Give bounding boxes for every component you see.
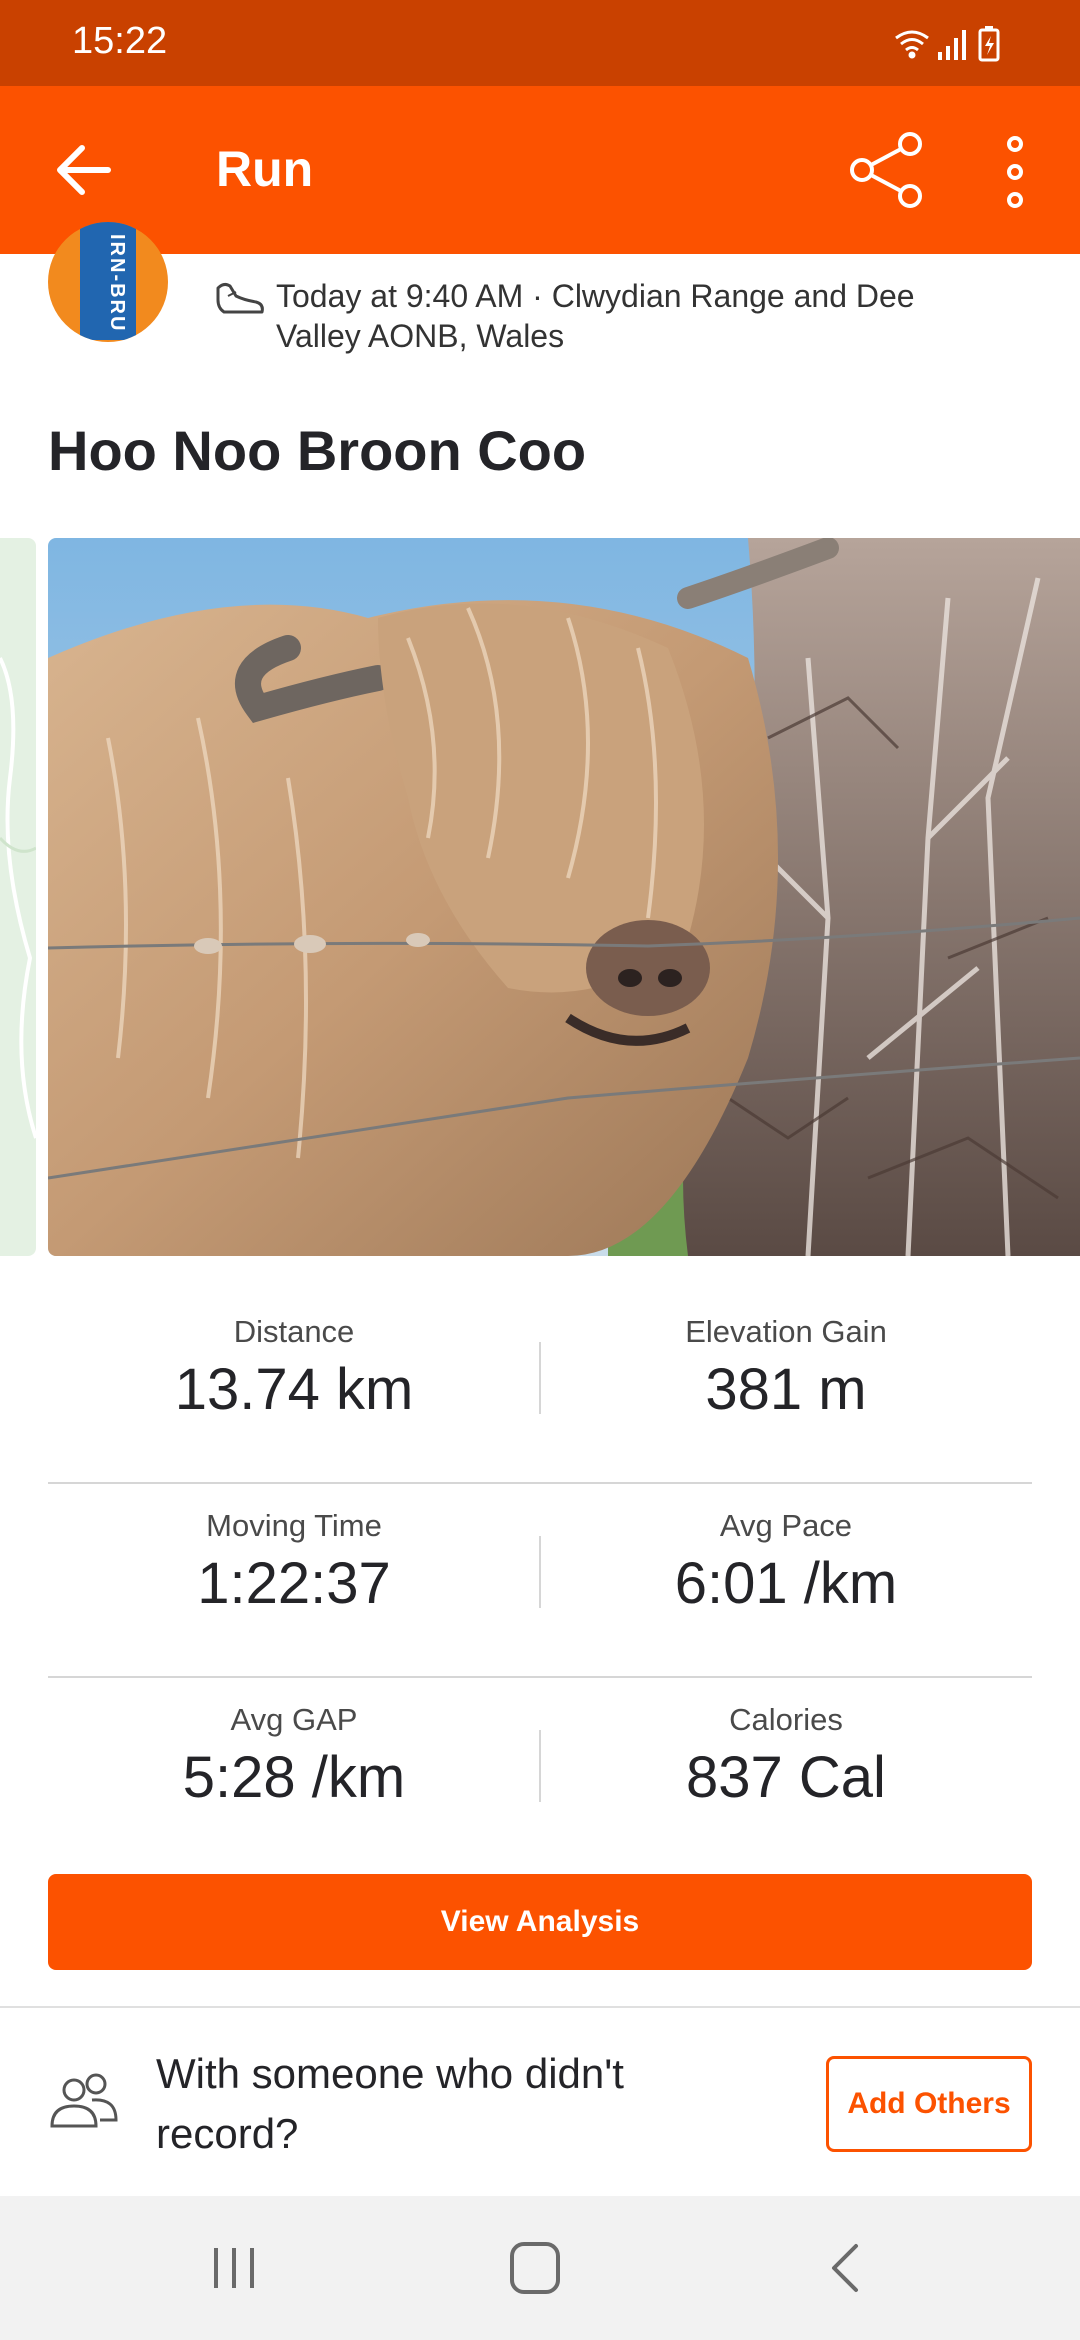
stat-label: Elevation Gain [685,1314,887,1349]
page-title: Run [216,141,314,197]
stat-calories: Calories 837 Cal [540,1678,1032,1872]
stat-label: Avg Pace [719,1508,853,1543]
share-icon[interactable] [846,128,930,212]
stat-value: 13.74 km [174,1357,414,1422]
more-vert-icon[interactable] [990,132,1040,212]
status-bar: 15:22 [0,0,1080,86]
activity-title: Hoo Noo Broon Coo [48,419,587,482]
nav-home-icon[interactable] [506,2240,566,2296]
back-arrow-icon[interactable] [48,134,120,206]
signal-icon [938,30,966,60]
activity-meta: Today at 9:40 AM · Clwydian Range and De… [276,278,915,354]
stat-label: Calories [729,1702,843,1737]
stat-distance: Distance 13.74 km [48,1290,540,1484]
stat-value: 5:28 /km [182,1745,406,1810]
people-icon [50,2073,118,2128]
stat-row: Avg GAP 5:28 /km Calories 837 Cal [48,1678,1032,1872]
wifi-icon [895,30,929,59]
nav-back-icon[interactable] [816,2240,876,2296]
stat-elevation-gain: Elevation Gain 381 m [540,1290,1032,1484]
activity-photo[interactable] [48,538,1080,1256]
stat-value: 1:22:37 [197,1551,391,1616]
stat-row: Moving Time 1:22:37 Avg Pace 6:01 /km [48,1484,1032,1678]
shoe-icon [216,282,264,314]
avatar[interactable]: IRN-BRU [48,222,168,342]
with-someone-prompt: With someone who didn't record? [156,2050,624,2157]
status-icons [895,26,1000,62]
status-time: 15:22 [72,20,168,62]
app-bar: Run [0,86,1080,254]
stat-row: Distance 13.74 km Elevation Gain 381 m [48,1290,1032,1484]
stat-value: 381 m [705,1357,867,1422]
stat-value: 6:01 /km [674,1551,898,1616]
stat-avg-gap: Avg GAP 5:28 /km [48,1678,540,1872]
avatar-logo-text: IRN-BRU [106,233,128,333]
stats-grid: Distance 13.74 km Elevation Gain 381 m M… [48,1290,1032,1872]
nav-recents-icon[interactable] [204,2240,264,2296]
view-analysis-button[interactable]: View Analysis [48,1874,1032,1970]
map-thumbnail[interactable] [0,538,36,1256]
battery-icon [978,26,1000,62]
section-divider [0,2006,1080,2008]
stat-label: Distance [233,1314,355,1349]
stat-avg-pace: Avg Pace 6:01 /km [540,1484,1032,1678]
stat-moving-time: Moving Time 1:22:37 [48,1484,540,1678]
stat-value: 837 Cal [686,1745,886,1810]
system-nav-bar [0,2196,1080,2340]
stat-label: Avg GAP [230,1702,358,1737]
stat-label: Moving Time [206,1508,382,1543]
add-others-button[interactable]: Add Others [826,2056,1032,2152]
